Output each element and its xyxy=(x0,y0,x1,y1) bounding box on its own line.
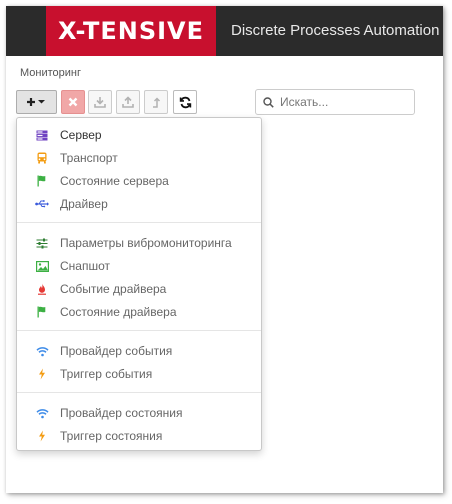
menu-item-state-provider[interactable]: Провайдер состояния xyxy=(17,403,261,423)
bus-icon xyxy=(35,152,49,164)
menu-item-label: Триггер состояния xyxy=(60,429,163,443)
image-icon xyxy=(35,260,49,272)
menu-item-driver-event[interactable]: Событие драйвера xyxy=(17,279,261,299)
menu-item-server-state[interactable]: Состояние сервера xyxy=(17,171,261,191)
menu-item-driver-state[interactable]: Состояние драйвера xyxy=(17,302,261,322)
bolt-icon xyxy=(35,368,49,380)
menu-item-state-trigger[interactable]: Триггер состояния xyxy=(17,426,261,446)
menu-item-label: Триггер события xyxy=(60,367,153,381)
bolt-icon xyxy=(35,430,49,442)
menu-item-label: Снапшот xyxy=(60,259,110,273)
close-icon xyxy=(68,97,78,107)
search-icon xyxy=(263,97,274,108)
menu-divider xyxy=(17,222,261,223)
menu-item-event-trigger[interactable]: Триггер события xyxy=(17,364,261,384)
server-icon xyxy=(35,129,49,141)
search-box xyxy=(255,89,415,115)
level-up-button[interactable] xyxy=(144,90,168,114)
level-up-icon xyxy=(153,97,161,108)
menu-item-label: Сервер xyxy=(60,128,102,142)
app-title: Discrete Processes Automation xyxy=(231,22,440,39)
menu-item-label: Состояние драйвера xyxy=(60,305,177,319)
wifi-icon xyxy=(35,345,49,357)
download-button[interactable] xyxy=(88,90,112,114)
add-dropdown-button[interactable] xyxy=(16,90,57,114)
fire-icon xyxy=(35,283,49,295)
menu-item-label: Состояние сервера xyxy=(60,174,169,188)
menu-item-vibro-params[interactable]: Параметры вибромониторинга xyxy=(17,233,261,253)
refresh-icon xyxy=(179,96,191,108)
menu-item-snapshot[interactable]: Снапшот xyxy=(17,256,261,276)
refresh-button[interactable] xyxy=(173,90,197,114)
breadcrumb[interactable]: Мониторинг xyxy=(20,67,81,79)
flag-icon xyxy=(35,306,49,318)
menu-item-label: Провайдер события xyxy=(60,344,173,358)
top-header: X-TENSIVE Discrete Processes Automation xyxy=(6,6,443,56)
flag-icon xyxy=(35,175,49,187)
menu-item-label: Транспорт xyxy=(60,151,118,165)
plus-dropdown-icon xyxy=(26,98,45,106)
wifi-icon xyxy=(35,407,49,419)
search-input[interactable] xyxy=(280,93,408,111)
sliders-icon xyxy=(35,237,49,249)
menu-item-label: Событие драйвера xyxy=(60,282,167,296)
upload-icon xyxy=(122,96,134,108)
menu-divider xyxy=(17,330,261,331)
menu-item-transport[interactable]: Транспорт xyxy=(17,148,261,168)
app-window: X-TENSIVE Discrete Processes Automation … xyxy=(6,6,443,493)
menu-item-event-provider[interactable]: Провайдер события xyxy=(17,341,261,361)
upload-button[interactable] xyxy=(116,90,140,114)
download-icon xyxy=(94,97,106,108)
menu-item-label: Параметры вибромониторинга xyxy=(60,236,232,250)
menu-item-server[interactable]: Сервер xyxy=(17,125,261,145)
menu-item-label: Драйвер xyxy=(60,197,108,211)
add-dropdown-menu: Сервер Транспорт Состояние сервера Драйв… xyxy=(16,117,262,451)
usb-icon xyxy=(35,198,49,210)
menu-item-driver[interactable]: Драйвер xyxy=(17,194,261,214)
menu-item-label: Провайдер состояния xyxy=(60,406,183,420)
delete-button[interactable] xyxy=(61,90,85,114)
brand-logo[interactable]: X-TENSIVE xyxy=(46,6,216,56)
menu-divider xyxy=(17,392,261,393)
